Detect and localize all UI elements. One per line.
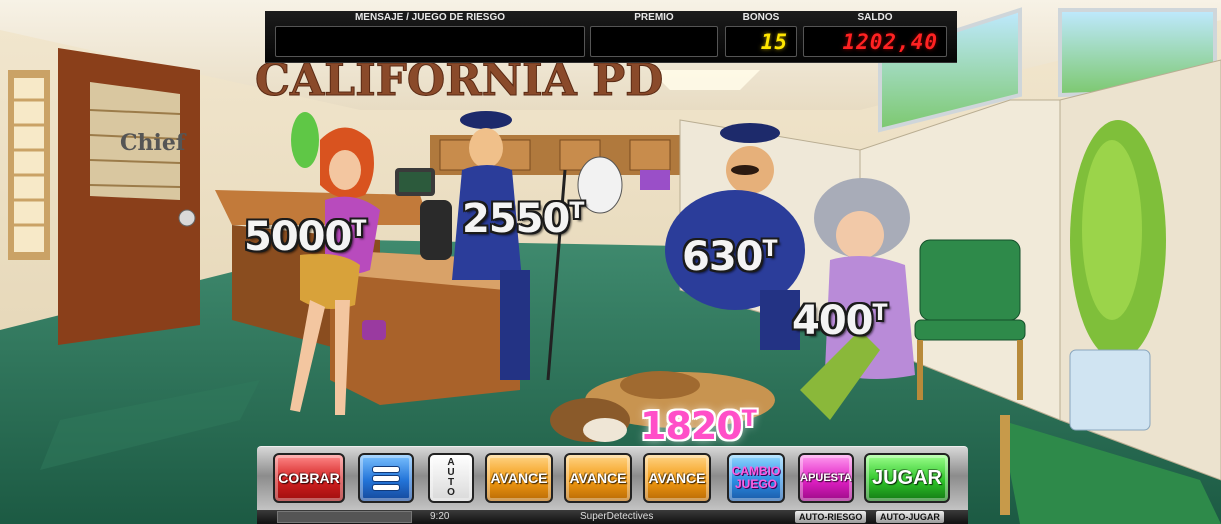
menu-button[interactable]	[358, 453, 414, 503]
saldo-display: 1202,40	[803, 26, 947, 57]
saldo-label: SALDO	[857, 12, 893, 23]
hamburger-menu-icon	[373, 466, 399, 490]
apuesta-button[interactable]: APUESTA	[798, 453, 854, 503]
apuesta-label: APUESTA	[800, 472, 852, 484]
prize-value: 5000	[244, 214, 352, 260]
bonos-display: 15	[725, 26, 797, 57]
prize-unit: T	[741, 407, 757, 432]
prize-label-grandma: 400T	[792, 298, 888, 344]
clock: 9:20	[430, 511, 450, 522]
avance-button-3[interactable]: AVANCE	[643, 453, 711, 503]
control-panel: COBRAR AUTO AVANCE AVANCE AVANCE CAMBIO J…	[257, 446, 968, 511]
cobrar-button[interactable]: COBRAR	[273, 453, 345, 503]
bonos-value: 15	[760, 30, 788, 54]
prize-label-dog: 1820T	[640, 404, 757, 448]
jugar-label: JUGAR	[871, 466, 942, 489]
auto-label: AUTO	[447, 457, 455, 498]
prize-value: 1820	[640, 404, 743, 448]
prize-value: 630	[682, 234, 763, 280]
prize-label-woman: 5000T	[244, 214, 366, 260]
cambio-juego-label: CAMBIO JUEGO	[731, 464, 781, 491]
avance-label: AVANCE	[490, 470, 548, 486]
game-name: SuperDetectives	[580, 511, 654, 522]
prize-label-fat-officer: 630T	[682, 234, 778, 280]
prize-value: 400	[792, 298, 873, 344]
avance-button-2[interactable]: AVANCE	[564, 453, 632, 503]
premio-display	[590, 26, 718, 57]
auto-riesgo-button[interactable]: AUTO-RIESGO	[795, 511, 867, 523]
mensaje-label: MENSAJE / JUEGO DE RIESGO	[354, 12, 506, 23]
prize-value: 2550	[462, 196, 570, 242]
prize-unit: T	[569, 199, 584, 224]
status-field	[277, 511, 412, 523]
auto-jugar-button[interactable]: AUTO-JUGAR	[876, 511, 944, 523]
prize-label-officer: 2550T	[462, 196, 584, 242]
saldo-value: 1202,40	[842, 30, 938, 54]
avance-label: AVANCE	[569, 470, 627, 486]
premio-label: PREMIO	[634, 12, 674, 23]
top-hud: MENSAJE / JUEGO DE RIESGO PREMIO BONOS 1…	[265, 11, 957, 63]
avance-button-1[interactable]: AVANCE	[485, 453, 553, 503]
auto-button[interactable]: AUTO	[428, 453, 474, 503]
status-bar: 9:20 SuperDetectives AUTO-RIESGO AUTO-JU…	[257, 510, 968, 524]
cobrar-label: COBRAR	[278, 470, 340, 486]
prize-unit: T	[351, 217, 366, 242]
jugar-button[interactable]: JUGAR	[864, 453, 950, 503]
svg-text:Chief: Chief	[120, 130, 187, 156]
prize-unit: T	[762, 237, 778, 262]
prize-unit: T	[872, 301, 888, 326]
bonos-label: BONOS	[742, 12, 780, 23]
cambio-juego-button[interactable]: CAMBIO JUEGO	[727, 453, 785, 503]
avance-label: AVANCE	[648, 470, 706, 486]
mensaje-display	[275, 26, 585, 57]
